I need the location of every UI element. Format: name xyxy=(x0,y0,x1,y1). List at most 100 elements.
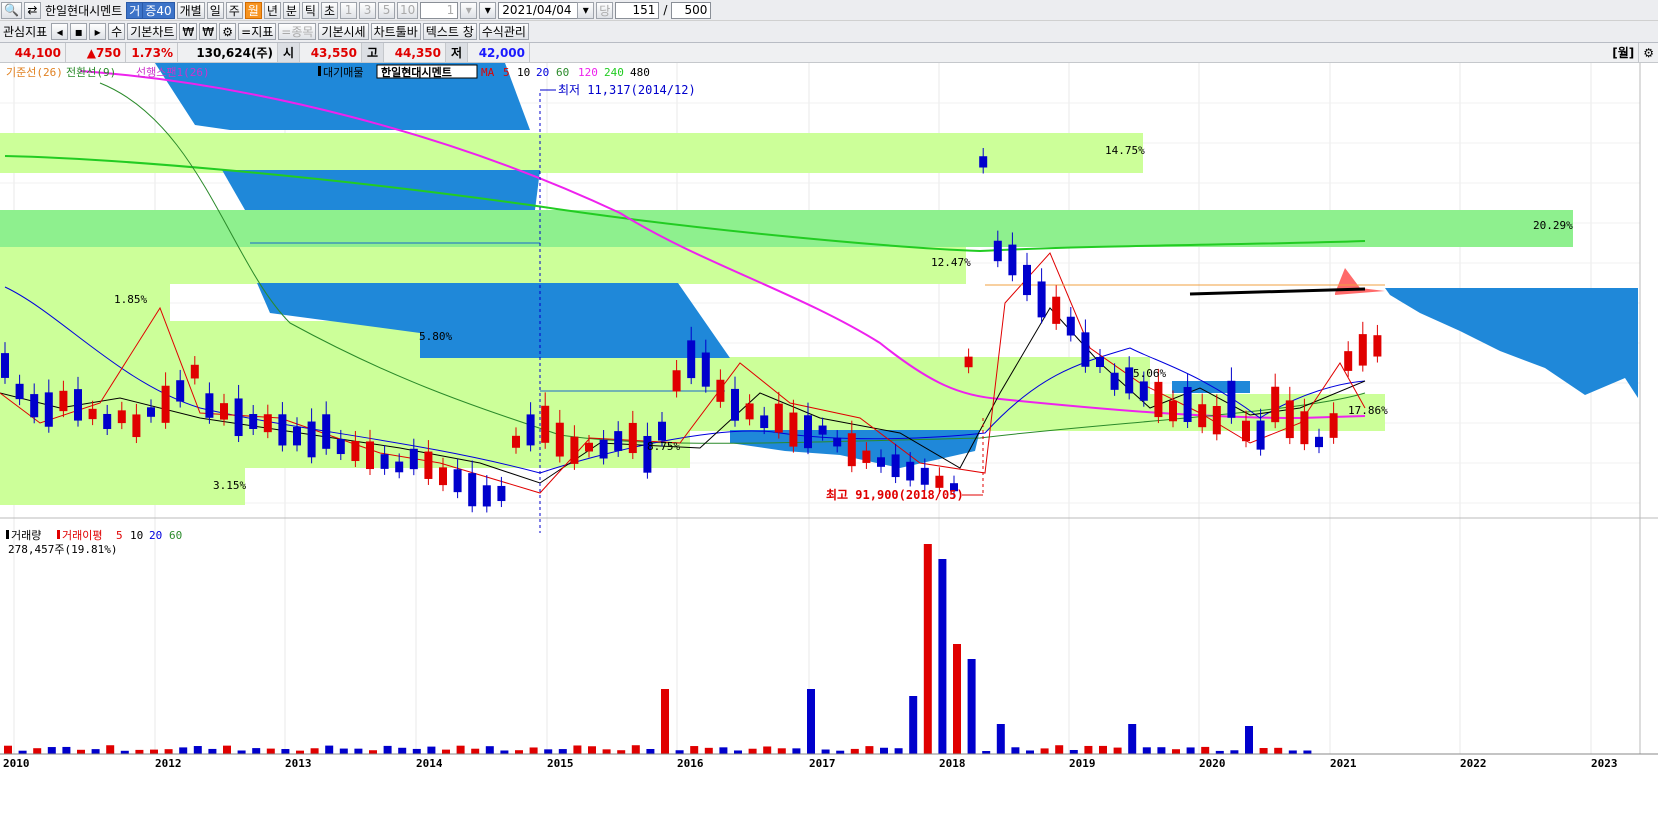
chevron-down-icon[interactable]: ▾ xyxy=(479,1,497,19)
volume-bar xyxy=(631,745,640,754)
search-icon[interactable]: 🔍 xyxy=(1,1,22,19)
total-input[interactable]: 500 xyxy=(671,1,712,19)
profile-pct-3: 12.47% xyxy=(931,256,971,269)
candle-body xyxy=(161,385,170,423)
interval-input[interactable]: 1 xyxy=(420,1,459,19)
count-input[interactable]: 151 xyxy=(615,1,660,19)
candle-body xyxy=(731,388,739,421)
candle-body xyxy=(30,394,39,418)
volume-bar xyxy=(777,748,786,754)
legend-ma120: 120 xyxy=(578,66,598,79)
candle-body xyxy=(585,442,593,452)
low-label: 저 xyxy=(446,43,468,62)
interest-indicator-button[interactable]: 관심지표 xyxy=(1,23,49,40)
candle-body xyxy=(760,415,769,429)
legend-vp: 대기매물 xyxy=(323,66,363,79)
basic-quote-button[interactable]: 기본시세 xyxy=(318,23,369,40)
profile-band xyxy=(0,357,1150,394)
candle-body xyxy=(1271,386,1280,423)
candle-body xyxy=(614,431,623,451)
volume-bar xyxy=(91,749,100,754)
volume-bar xyxy=(398,747,407,754)
badge-geo[interactable]: 거 xyxy=(126,1,144,19)
candle-body xyxy=(541,405,550,443)
high-price: 44,350 xyxy=(384,43,446,62)
refresh-icon[interactable]: ⇄ xyxy=(23,1,41,19)
tool-icon[interactable]: ₩ xyxy=(179,23,198,40)
candle-body xyxy=(1329,413,1338,438)
period-year[interactable]: 년 xyxy=(263,1,281,19)
profile-band xyxy=(0,468,245,505)
volume-bar xyxy=(1259,748,1268,754)
legend-ichimoku-conv: 전환선(9) xyxy=(66,66,116,79)
volume-bar xyxy=(456,745,465,754)
candle-body xyxy=(497,485,506,502)
profile-pct-8: 8.75% xyxy=(647,440,680,453)
vp-legend-mark xyxy=(318,66,321,76)
candle-body xyxy=(205,393,214,418)
date-dropdown-icon[interactable]: ▾ xyxy=(577,1,595,19)
candle-body xyxy=(555,422,564,457)
settings-icon[interactable]: ⚙ xyxy=(1638,43,1658,62)
prev-icon[interactable]: ◂ xyxy=(51,23,69,40)
stock-name[interactable]: 한일현대시멘트 xyxy=(43,2,124,19)
price-summary-bar: 44,100 ▲750 1.73% 130,624(주) 시 43,550 고 … xyxy=(0,43,1658,63)
modify-button[interactable]: 수 xyxy=(108,23,126,40)
candle-body xyxy=(599,439,608,459)
candle-body xyxy=(439,467,447,486)
volume-bar xyxy=(748,748,757,754)
stop-icon[interactable]: ▪ xyxy=(70,23,88,40)
individual-button[interactable]: 개별 xyxy=(176,1,205,19)
volume-bar xyxy=(1026,750,1034,754)
interval-10[interactable]: 10 xyxy=(397,1,419,19)
period-tick[interactable]: 틱 xyxy=(301,1,319,19)
period-day[interactable]: 일 xyxy=(206,1,224,19)
volume-bar xyxy=(500,750,509,754)
candle-body xyxy=(380,454,389,469)
period-month[interactable]: 월 xyxy=(244,1,262,19)
low-price: 42,000 xyxy=(468,43,530,62)
candle-body xyxy=(833,437,842,447)
interval-5[interactable]: 5 xyxy=(378,1,396,19)
cloud-mid xyxy=(222,170,540,210)
candle-body xyxy=(789,412,798,447)
label-dang[interactable]: 당 xyxy=(596,1,614,19)
period-minute[interactable]: 분 xyxy=(282,1,300,19)
period-week[interactable]: 주 xyxy=(225,1,243,19)
volume-bar xyxy=(529,747,538,754)
profile-pct-9: 3.15% xyxy=(213,479,246,492)
legend-ichimoku-base: 기준선(26) xyxy=(6,66,63,79)
indicator-button[interactable]: =지표 xyxy=(238,23,277,40)
volume-bar xyxy=(1099,745,1107,754)
candle-body xyxy=(351,440,360,462)
candle-body xyxy=(117,410,126,424)
candle-body xyxy=(15,383,24,400)
profile-pct-1: 14.75% xyxy=(1105,144,1145,157)
volume-bar xyxy=(1084,745,1093,754)
interval-3[interactable]: 3 xyxy=(359,1,377,19)
next-icon[interactable]: ▸ xyxy=(89,23,107,40)
item-button[interactable]: =종목 xyxy=(278,23,317,40)
candle-body xyxy=(366,441,374,470)
formula-button[interactable]: 수식관리 xyxy=(478,23,529,40)
candle-body xyxy=(395,461,404,473)
volume-bar xyxy=(1113,747,1122,754)
volume-bar xyxy=(281,749,290,754)
volume-bar xyxy=(1172,749,1180,754)
interval-dropdown-icon[interactable]: ▾ xyxy=(460,1,478,19)
candle-body xyxy=(672,370,681,392)
period-second[interactable]: 초 xyxy=(320,1,339,19)
chart-toolbar-button[interactable]: 차트툴바 xyxy=(370,23,421,40)
stock-chart[interactable]: 기준선(26) 전환선(9) 선행스팬1(26) 대기매물 한일현대시멘트 MA… xyxy=(0,63,1658,814)
badge-margin[interactable]: 증40 xyxy=(142,1,175,19)
date-input[interactable]: 2021/04/04 xyxy=(498,1,579,19)
interval-1[interactable]: 1 xyxy=(340,1,358,19)
profile-pct-5: 5.80% xyxy=(419,330,452,343)
total-value: 500 xyxy=(684,3,708,17)
candle-body xyxy=(1358,334,1367,366)
wrench-icon[interactable]: ⚙ xyxy=(219,23,237,40)
volume-bar xyxy=(792,748,801,754)
text-window-button[interactable]: 텍스트 창 xyxy=(422,23,477,40)
won-icon[interactable]: ₩ xyxy=(199,23,218,40)
basic-chart-button[interactable]: 기본차트 xyxy=(127,23,178,40)
